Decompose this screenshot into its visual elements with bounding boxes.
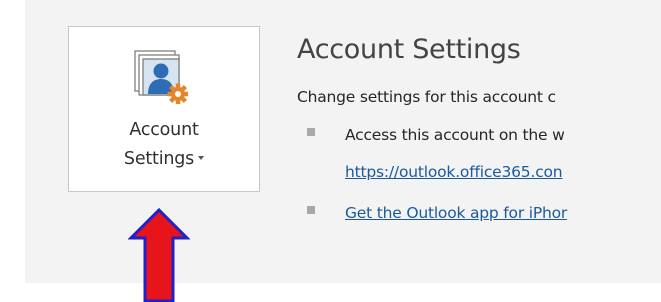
account-settings-icon: [134, 50, 188, 104]
account-settings-description: Change settings for this account c: [297, 88, 556, 106]
bullet-icon: [307, 128, 315, 136]
page-title: Account Settings: [297, 34, 521, 65]
account-settings-label-text: Settings: [123, 149, 195, 169]
get-outlook-app-link[interactable]: Get the Outlook app for iPhor: [345, 204, 567, 222]
account-settings-label-line1: Account: [129, 120, 199, 140]
chevron-down-icon: [198, 156, 205, 160]
account-settings-label-line2: Settings: [69, 148, 259, 170]
bullet-icon: [307, 206, 315, 214]
list-item-text: Access this account on the w: [345, 126, 565, 144]
account-settings-button[interactable]: Account Settings: [68, 26, 260, 192]
red-up-arrow-icon: [128, 208, 190, 302]
outlook-web-link[interactable]: https://outlook.office365.con: [345, 163, 563, 181]
